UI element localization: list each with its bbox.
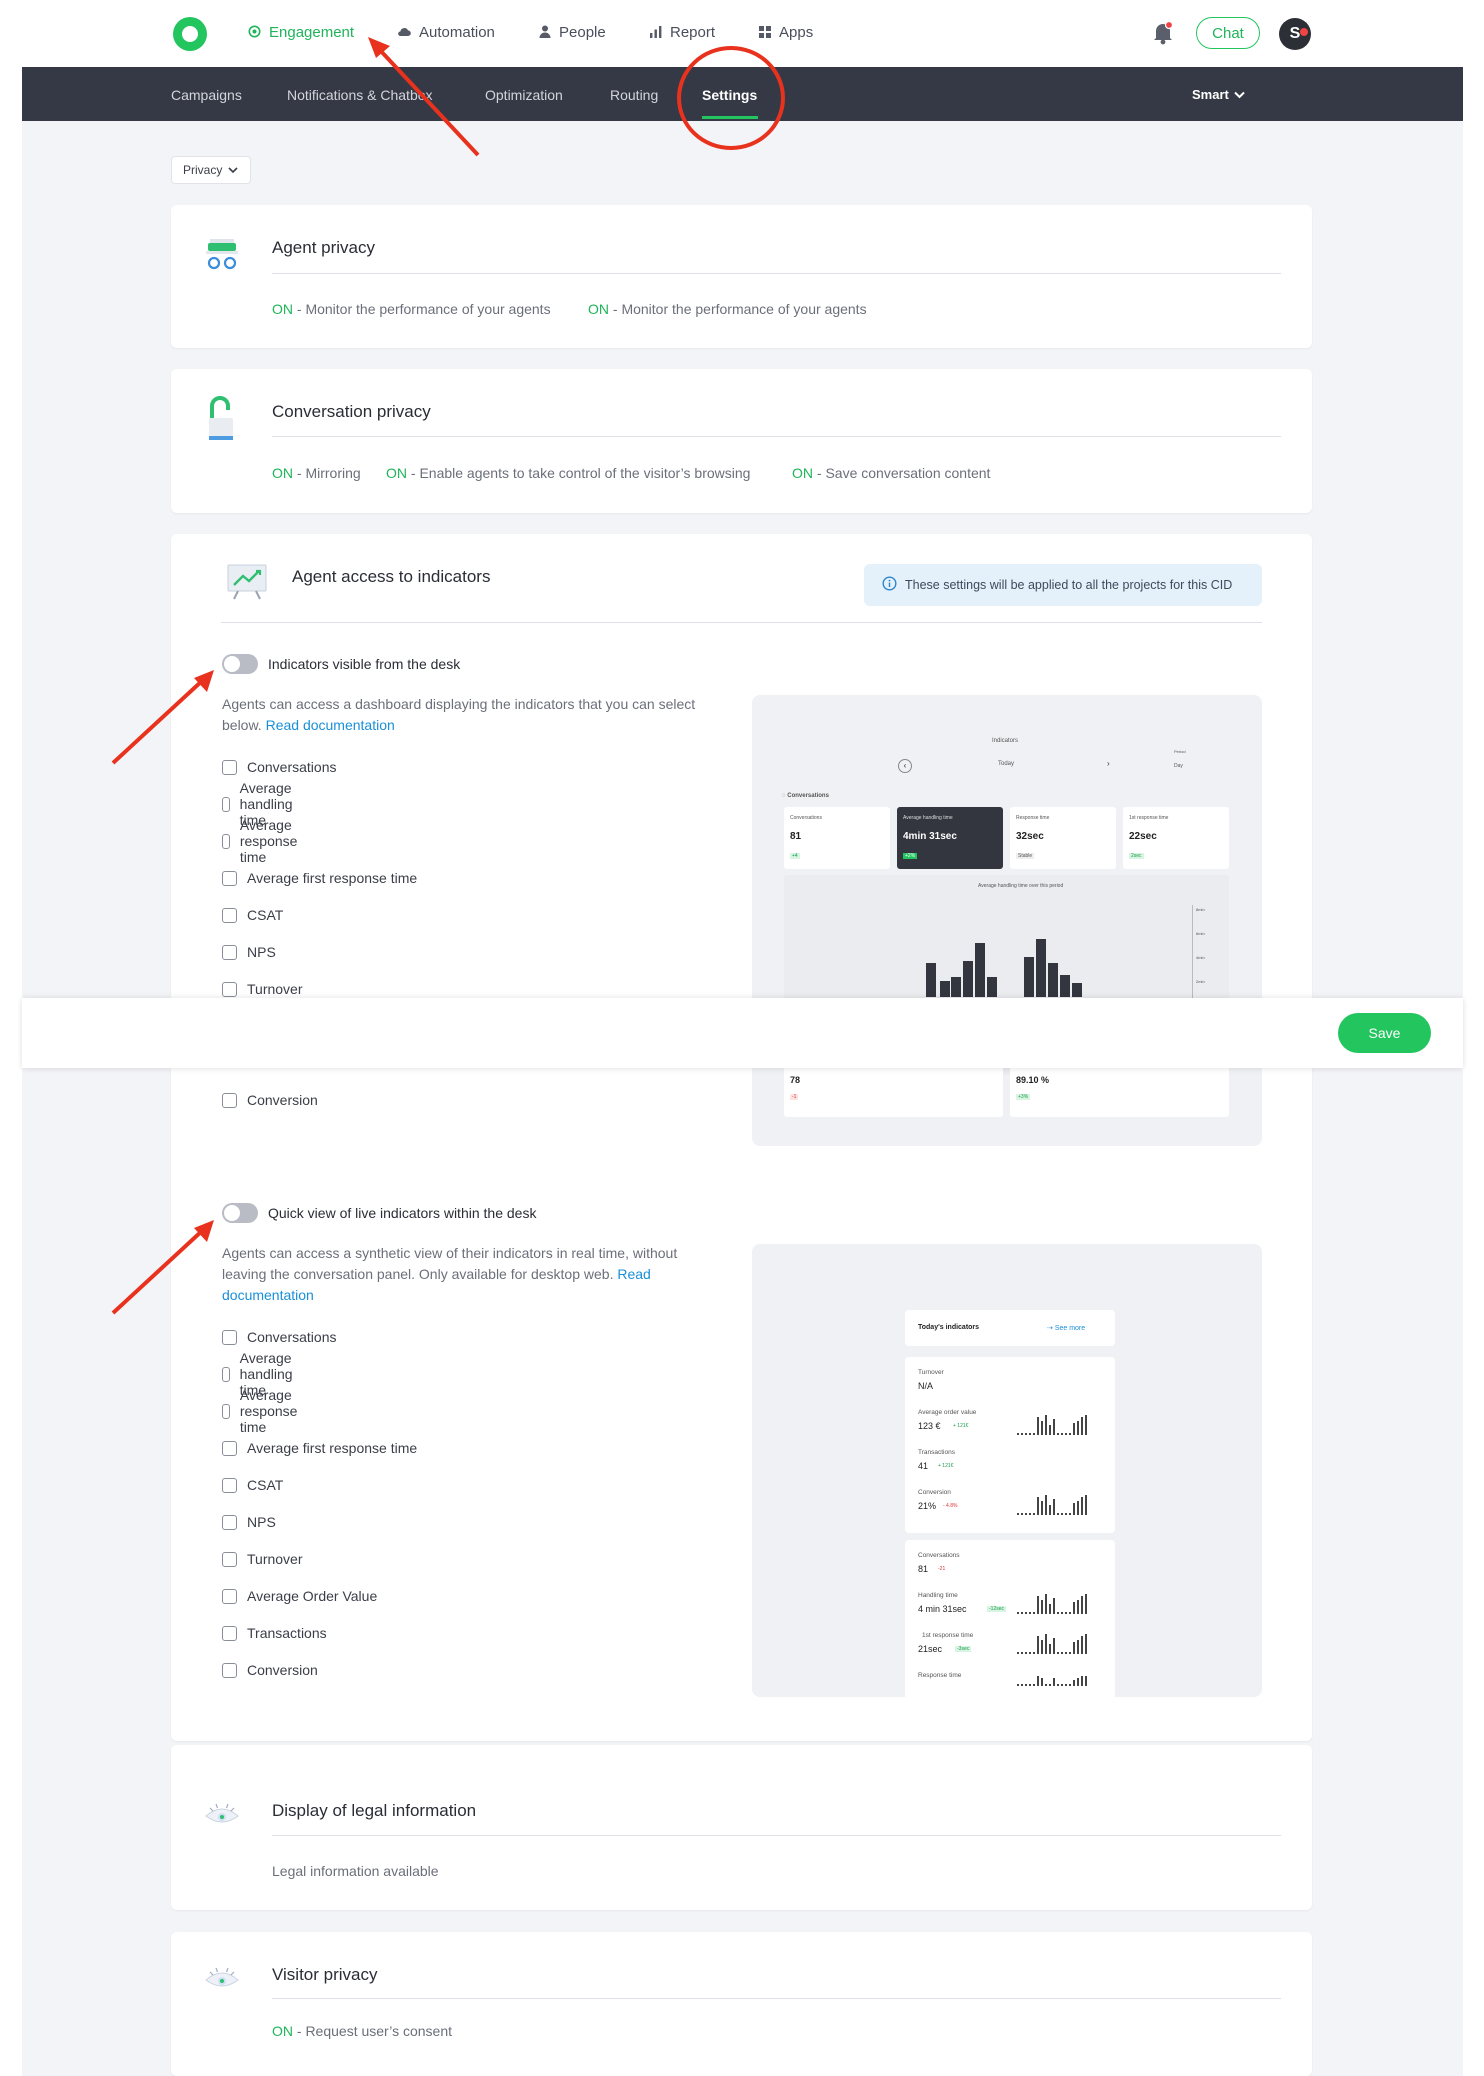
annotation-overlay: [111, 37, 785, 1315]
annotation-circle: [677, 46, 785, 150]
annotation-arrow: [111, 678, 205, 765]
annotation-arrowhead: [194, 1220, 214, 1242]
annotation-arrow: [111, 1228, 205, 1315]
annotation-arrowhead: [194, 670, 214, 692]
annotation-arrow: [376, 46, 480, 157]
